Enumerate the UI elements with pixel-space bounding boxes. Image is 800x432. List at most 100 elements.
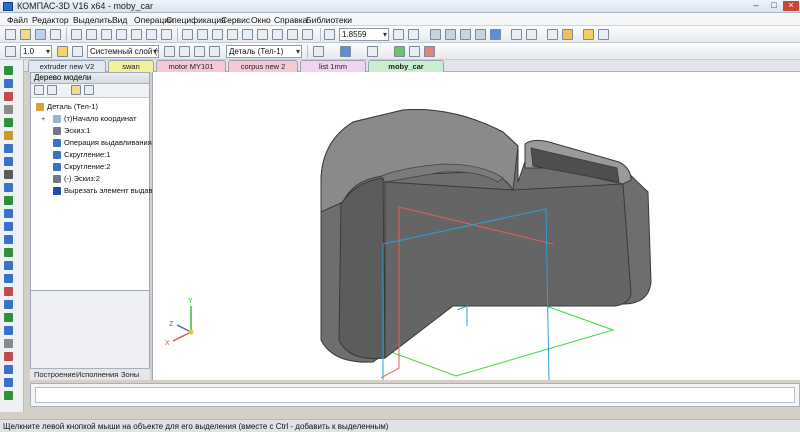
orientation-icon[interactable] [313, 46, 324, 57]
body-color-icon[interactable] [340, 46, 351, 57]
tool-16-icon[interactable] [4, 261, 13, 270]
tool-6-icon[interactable] [4, 131, 13, 140]
cut-icon[interactable] [71, 29, 82, 40]
redo-icon[interactable] [197, 29, 208, 40]
display-icon[interactable] [562, 29, 573, 40]
grid-points-icon[interactable] [4, 105, 13, 114]
variables-icon[interactable] [227, 29, 238, 40]
print-icon[interactable] [50, 29, 61, 40]
extrude-icon[interactable] [4, 79, 13, 88]
tree-node-extrude[interactable]: Операция выдавливания [64, 138, 152, 147]
tab-list-1mm[interactable]: list 1mm [300, 60, 366, 72]
save-icon[interactable] [35, 29, 46, 40]
hidden-lines-icon[interactable] [460, 29, 471, 40]
menu-specification[interactable]: Спецификация [166, 15, 226, 25]
tab-construction[interactable]: Построение [34, 369, 76, 380]
state-icon[interactable] [194, 46, 205, 57]
tool-11-icon[interactable] [4, 196, 13, 205]
view-cube-icon[interactable] [430, 29, 441, 40]
snap-icon[interactable] [5, 46, 16, 57]
measure-icon[interactable] [242, 29, 253, 40]
rotate-icon[interactable] [393, 29, 404, 40]
open-folder-icon[interactable] [20, 29, 31, 40]
tool-19-icon[interactable] [4, 300, 13, 309]
tree-node-part[interactable]: Деталь (Тел-1) [47, 102, 98, 111]
tree-structure-icon[interactable] [71, 85, 81, 95]
formula-icon[interactable] [272, 29, 283, 40]
tab-swan[interactable]: swan [108, 60, 154, 72]
tool-21-icon[interactable] [4, 326, 13, 335]
manager-icon[interactable] [257, 29, 268, 40]
menu-edit[interactable]: Редактор [32, 15, 69, 25]
menu-help[interactable]: Справка [274, 15, 307, 25]
tree-filter-icon[interactable] [84, 85, 94, 95]
tree-sort-icon[interactable] [47, 85, 57, 95]
menu-service[interactable]: Сервис [221, 15, 250, 25]
menu-view[interactable]: Вид [112, 15, 127, 25]
grid-icon[interactable] [131, 29, 142, 40]
layers-icon[interactable] [146, 29, 157, 40]
tool-20-icon[interactable] [4, 313, 13, 322]
tab-motor-my101[interactable]: motor MY101 [156, 60, 226, 72]
tree-node-sketch-2[interactable]: (-) Эскиз:2 [64, 174, 100, 183]
tool-7-icon[interactable] [4, 144, 13, 153]
zoom-combo[interactable]: 1.8559 [339, 28, 389, 41]
edge-icon[interactable] [367, 46, 378, 57]
tool-26-icon[interactable] [4, 391, 13, 400]
shaded-icon[interactable] [475, 29, 486, 40]
tool-10-icon[interactable] [4, 183, 13, 192]
perspective-icon[interactable] [511, 29, 522, 40]
expand-icon[interactable]: + [41, 114, 45, 123]
paste-icon[interactable] [101, 29, 112, 40]
tool-14-icon[interactable] [4, 235, 13, 244]
tool-12-icon[interactable] [4, 209, 13, 218]
new-document-icon[interactable] [5, 29, 16, 40]
wireframe-icon[interactable] [445, 29, 456, 40]
maximize-icon[interactable]: □ [766, 1, 782, 11]
layer-props-icon[interactable] [164, 46, 175, 57]
undo-icon[interactable] [182, 29, 193, 40]
section-icon[interactable] [526, 29, 537, 40]
menu-libraries[interactable]: Библиотеки [306, 15, 352, 25]
moby-car-body[interactable] [320, 109, 652, 363]
tree-icon[interactable] [287, 29, 298, 40]
model-render[interactable]: Y X Z [153, 72, 800, 380]
point-icon[interactable] [4, 92, 13, 101]
tool-24-icon[interactable] [4, 365, 13, 374]
state2-icon[interactable] [209, 46, 220, 57]
tools-icon[interactable] [598, 29, 609, 40]
layer-manager-icon[interactable] [179, 46, 190, 57]
layer-icon[interactable] [72, 46, 83, 57]
tree-node-cut-extrude[interactable]: Вырезать элемент выдав [64, 186, 153, 195]
tool-22-icon[interactable] [4, 339, 13, 348]
properties-icon[interactable] [116, 29, 127, 40]
menu-file[interactable]: Файл [7, 15, 28, 25]
tree-node-origin[interactable]: (т)Начало координат [64, 114, 137, 123]
library-icon[interactable] [161, 29, 172, 40]
tool-23-icon[interactable] [4, 352, 13, 361]
close-icon[interactable]: × [783, 1, 799, 11]
dimensions-icon[interactable] [424, 46, 435, 57]
zoom-window-icon[interactable] [324, 29, 335, 40]
layer-combo[interactable]: Системный слой (0) [87, 45, 159, 58]
tree-node-sketch-1[interactable]: Эскиз:1 [64, 126, 90, 135]
tool-9-icon[interactable] [4, 170, 13, 179]
tree-node-fillet-2[interactable]: Скругление:2 [64, 162, 110, 171]
style-icon[interactable] [57, 46, 68, 57]
tab-moby-car[interactable]: moby_car [368, 60, 444, 72]
parameter-icon[interactable] [212, 29, 223, 40]
filter-icon[interactable] [547, 29, 558, 40]
tool-17-icon[interactable] [4, 274, 13, 283]
tool-25-icon[interactable] [4, 378, 13, 387]
menu-select[interactable]: Выделить [73, 15, 112, 25]
tool-8-icon[interactable] [4, 157, 13, 166]
minimize-icon[interactable]: – [748, 1, 764, 11]
color-icon[interactable] [583, 29, 594, 40]
tool-13-icon[interactable] [4, 222, 13, 231]
model-viewport[interactable]: Y X Z [152, 72, 800, 380]
sketch-icon[interactable] [4, 66, 13, 75]
tab-extruder-new-v2[interactable]: extruder new V2 [28, 60, 106, 72]
tool-5-icon[interactable] [4, 118, 13, 127]
tree-node-fillet-1[interactable]: Скругление:1 [64, 150, 110, 159]
command-input[interactable] [35, 387, 795, 403]
